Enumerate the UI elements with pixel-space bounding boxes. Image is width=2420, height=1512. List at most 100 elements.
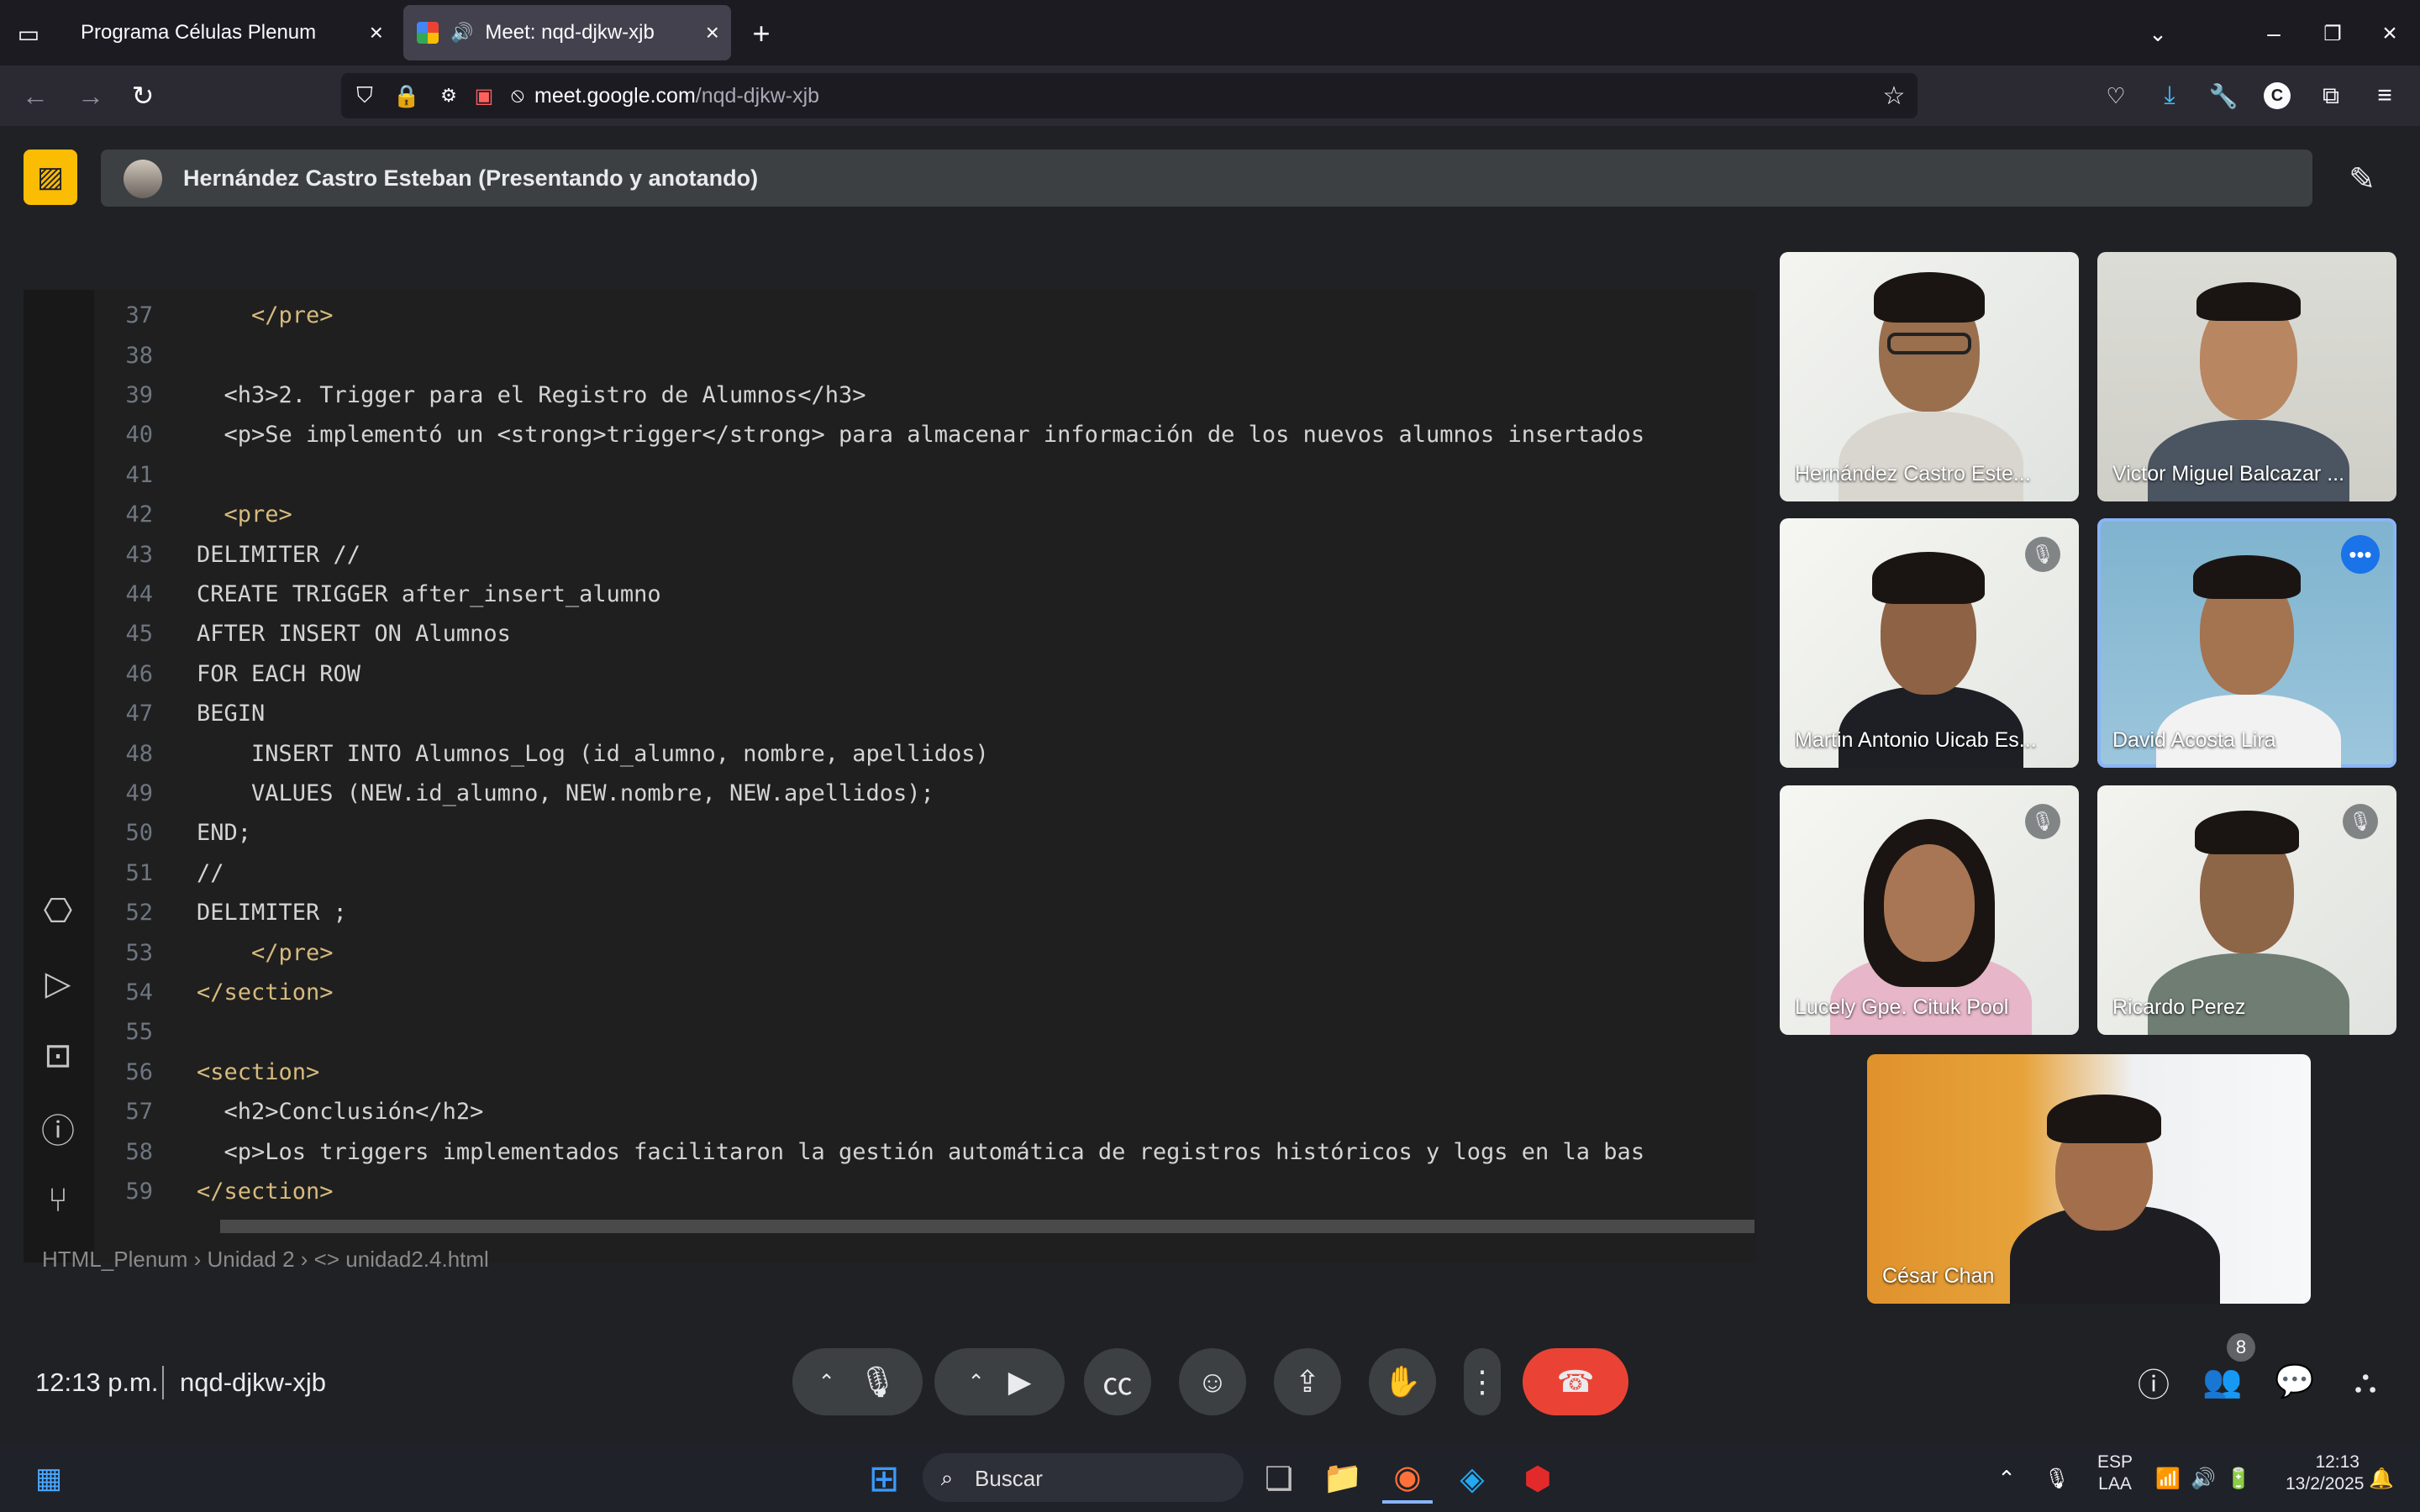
menu-icon[interactable]: ≡ [2366, 77, 2403, 114]
code-line: 48 INSERT INTO Alumnos_Log (id_alumno, n… [94, 733, 1754, 774]
participant-tile[interactable]: Victor Miguel Balcazar ... [2097, 252, 2396, 501]
chat-icon[interactable]: 💬 [2267, 1354, 2323, 1410]
tools-icon[interactable]: 🔧 [2205, 77, 2242, 114]
annotate-pen-icon[interactable]: ✎ [2336, 153, 2388, 205]
firefox-icon[interactable]: ◉ [1382, 1453, 1433, 1504]
mic-off-icon: 🎙 [2025, 537, 2060, 572]
line-number: 45 [125, 621, 153, 648]
code-line: 52 DELIMITER ; [94, 893, 1754, 933]
participant-name: David Acosta Lira [2112, 728, 2276, 752]
volume-icon[interactable]: 🔊 [2188, 1462, 2218, 1495]
windows-start-icon[interactable]: ⊞ [859, 1453, 909, 1504]
line-text: <h2>Conclusión</h2> [197, 1099, 484, 1126]
meeting-code[interactable]: nqd-djkw-xjb [180, 1368, 326, 1398]
participant-name: Lucely Gpe. Cituk Pool [1795, 995, 2009, 1019]
line-number: 42 [125, 501, 153, 528]
tab-programa-celulas[interactable]: Programa Células Plenum × [59, 0, 395, 66]
line-number: 55 [125, 1019, 153, 1046]
window-close-icon[interactable]: × [2371, 15, 2408, 52]
microphone-button[interactable]: ⌃ 🎙 [792, 1348, 923, 1415]
line-number: 59 [125, 1179, 153, 1205]
chevron-up-icon[interactable]: ⌃ [818, 1370, 835, 1394]
participant-name: César Chan [1882, 1264, 1995, 1288]
reactions-button[interactable]: ☺ [1179, 1348, 1246, 1415]
present-screen-button[interactable]: ⇪ [1274, 1348, 1341, 1415]
chevron-down-icon[interactable]: ⌄ [2139, 15, 2176, 52]
play-icon: ▷ [45, 965, 71, 1002]
line-text: </section> [197, 979, 334, 1006]
camera-active-icon[interactable]: ▣ [467, 79, 501, 113]
more-options-button[interactable]: ⋮ [1464, 1348, 1501, 1415]
code-line: 46 FOR EACH ROW [94, 654, 1754, 695]
back-icon[interactable]: ← [17, 77, 54, 114]
line-number: 57 [125, 1099, 153, 1126]
participant-tile[interactable]: César Chan [1867, 1054, 2311, 1304]
camera-button[interactable]: ⌃ ▶ [934, 1348, 1065, 1415]
stop-presenting-icon[interactable]: ▨ [24, 150, 77, 205]
presenter-banner-text: Hernández Castro Esteban (Presentando y … [183, 165, 759, 191]
taskbar-clock[interactable]: 12:13 13/2/2025 [2286, 1452, 2365, 1495]
lock-icon[interactable]: 🔒 [390, 79, 424, 113]
close-icon[interactable]: × [706, 19, 719, 46]
screen-share-icon[interactable]: ⦸ [501, 79, 534, 113]
tab-meet[interactable]: 🔊 Meet: nqd-djkw-xjb × [403, 5, 731, 60]
meeting-info-icon[interactable]: ⓘ [2126, 1354, 2181, 1410]
restore-icon[interactable]: ❐ [2314, 15, 2351, 52]
activities-icon[interactable]: ⛬ [2338, 1354, 2393, 1410]
raise-hand-button[interactable]: ✋ [1369, 1348, 1436, 1415]
forward-icon[interactable]: → [72, 77, 109, 114]
close-icon[interactable]: × [370, 19, 383, 46]
participant-tile[interactable]: 🎙 Ricardo Perez [2097, 785, 2396, 1035]
more-options-icon[interactable]: ••• [2341, 535, 2380, 574]
battery-icon[interactable]: 🔋 [2223, 1462, 2254, 1495]
taskbar-search[interactable] [923, 1453, 1244, 1502]
file-explorer-icon[interactable]: 📁 [1318, 1453, 1368, 1504]
chevron-up-icon[interactable]: ⌃ [1990, 1462, 2023, 1495]
participant-tile[interactable]: 🎙 Martin Antonio Uicab Es... [1780, 518, 2079, 768]
line-text: </section> [197, 1179, 334, 1205]
vscode-icon[interactable]: ◈ [1447, 1453, 1497, 1504]
shield-icon[interactable]: ⛉ [348, 79, 381, 113]
participant-tile[interactable]: Hernández Castro Este... [1780, 252, 2079, 501]
url-text[interactable]: meet.google.com/nqd-djkw-xjb [534, 84, 819, 108]
extensions-icon[interactable]: ⧉ [2312, 77, 2349, 114]
participant-name: Hernández Castro Este... [1795, 462, 2031, 486]
tab-list-icon[interactable]: ▭ [12, 17, 45, 50]
pocket-icon[interactable]: ♡ [2097, 77, 2134, 114]
acrobat-icon[interactable]: ⬢ [1512, 1453, 1563, 1504]
task-view-icon[interactable]: ❏ [1254, 1453, 1304, 1504]
input-language-line1: ESP [2097, 1452, 2133, 1472]
participant-tile[interactable]: 🎙 Lucely Gpe. Cituk Pool [1780, 785, 2079, 1035]
code-line: 53 </pre> [94, 932, 1754, 973]
code-line: 54 </section> [94, 973, 1754, 1013]
line-number: 48 [125, 740, 153, 767]
chevron-up-icon[interactable]: ⌃ [968, 1370, 985, 1394]
line-text: </pre> [197, 302, 334, 329]
bookmark-star-icon[interactable]: ☆ [1876, 77, 1912, 114]
input-language[interactable]: ESP LAA [2097, 1452, 2133, 1495]
widgets-icon[interactable]: ▦ [24, 1453, 74, 1504]
code-line: 37 </pre> [94, 296, 1754, 336]
permissions-icon[interactable]: ⚙ [432, 79, 466, 113]
wifi-icon[interactable]: 📶 [2153, 1462, 2183, 1495]
downloads-icon[interactable]: ⤓ [2151, 77, 2188, 114]
new-tab-icon[interactable]: + [743, 15, 780, 52]
microphone-in-use-icon[interactable]: 🎙 [2040, 1462, 2074, 1495]
taskbar-date: 13/2/2025 [2286, 1474, 2365, 1494]
search-icon: ⌕ [940, 1465, 954, 1490]
line-text: FOR EACH ROW [197, 660, 361, 687]
line-number: 49 [125, 780, 153, 807]
participant-name: Martin Antonio Uicab Es... [1795, 728, 2037, 752]
profile-icon[interactable]: C [2259, 77, 2296, 114]
code-line: 47 BEGIN [94, 694, 1754, 734]
notifications-icon[interactable]: 🔔 [2365, 1462, 2398, 1495]
video-camera-icon: ▶ [1007, 1364, 1032, 1399]
people-icon[interactable]: 👥 [2195, 1354, 2250, 1410]
reload-icon[interactable]: ↻ [124, 77, 161, 114]
minimize-icon[interactable]: – [2255, 15, 2292, 52]
participant-tile-speaking[interactable]: ••• David Acosta Lira [2097, 518, 2396, 768]
line-number: 54 [125, 979, 153, 1006]
editor-horizontal-scrollbar [220, 1220, 1754, 1233]
captions-button[interactable]: ㏄ [1084, 1348, 1151, 1415]
leave-call-button[interactable]: ☎ [1523, 1348, 1628, 1415]
